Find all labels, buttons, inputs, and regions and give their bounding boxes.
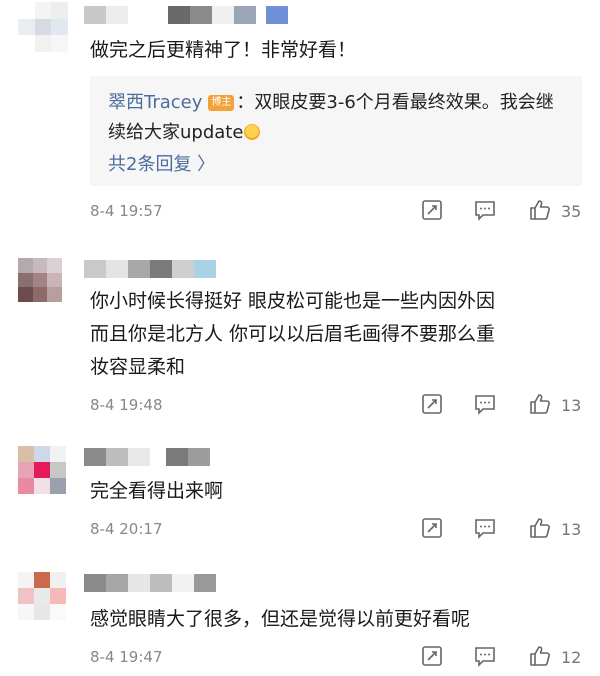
reply-username[interactable]: 翠西Tracey (108, 92, 202, 113)
comment-item: 感觉眼睛大了很多，但还是觉得以前更好看呢 8-4 19:47 12 (0, 566, 600, 676)
repost-icon[interactable] (420, 392, 446, 418)
author-badge: 博主 (208, 95, 235, 111)
comment-item: 完全看得出来啊 8-4 20:17 13 (0, 440, 600, 550)
emoji-icon (244, 124, 261, 140)
view-replies-link[interactable]: 共2条回复 〉 (108, 148, 564, 181)
comment-text: 感觉眼睛大了很多，但还是觉得以前更好看呢 (90, 608, 471, 630)
thumbs-up-icon[interactable] (528, 516, 554, 542)
reply-text-1: ：双眼皮要3-6个月看最终效果。我会继 (236, 92, 554, 113)
avatar[interactable] (18, 446, 66, 494)
comment-text-line: 而且你是北方人 你可以以后眉毛画得不要那么重 (90, 323, 496, 345)
timestamp: 8-4 20:17 (90, 520, 163, 538)
username-blurred[interactable] (84, 260, 216, 278)
comment-icon[interactable] (473, 516, 499, 542)
thumbs-up-icon[interactable] (528, 198, 554, 224)
comment-text-line: 妆容显柔和 (90, 356, 186, 378)
comment-icon[interactable] (473, 198, 499, 224)
username-blurred[interactable] (84, 448, 210, 466)
username-blurred[interactable] (84, 6, 288, 24)
comment-text: 你小时候长得挺好 眼皮松可能也是一些内因外因 而且你是北方人 你可以以后眉毛画得… (90, 285, 560, 384)
timestamp: 8-4 19:48 (90, 396, 163, 414)
comment-meta: 8-4 19:57 35 (90, 198, 600, 228)
comment-item: 做完之后更精神了！非常好看！ 翠西Tracey 博主 ：双眼皮要3-6个月看最终效果… (0, 0, 600, 238)
username-blurred[interactable] (84, 574, 216, 592)
thumbs-up-icon[interactable] (528, 392, 554, 418)
avatar[interactable] (18, 572, 66, 620)
like-count: 35 (561, 202, 582, 221)
comment-meta: 8-4 19:47 12 (90, 644, 600, 674)
avatar[interactable] (18, 258, 62, 302)
repost-icon[interactable] (420, 198, 446, 224)
reply-text-2: 续给大家update (108, 122, 244, 143)
timestamp: 8-4 19:47 (90, 648, 163, 666)
repost-icon[interactable] (420, 644, 446, 670)
like-count: 12 (561, 648, 582, 667)
comment-text: 做完之后更精神了！非常好看！ (90, 39, 357, 61)
comment-text: 完全看得出来啊 (90, 480, 224, 502)
comment-item: 你小时候长得挺好 眼皮松可能也是一些内因外因 而且你是北方人 你可以以后眉毛画得… (0, 252, 600, 430)
avatar[interactable] (18, 2, 68, 52)
thumbs-up-icon[interactable] (528, 644, 554, 670)
comment-meta: 8-4 20:17 13 (90, 516, 600, 546)
comment-icon[interactable] (473, 644, 499, 670)
like-count: 13 (561, 396, 582, 415)
timestamp: 8-4 19:57 (90, 202, 163, 220)
repost-icon[interactable] (420, 516, 446, 542)
reply-preview[interactable]: 翠西Tracey 博主 ：双眼皮要3-6个月看最终效果。我会继 续给大家update… (90, 76, 582, 186)
comment-icon[interactable] (473, 392, 499, 418)
like-count: 13 (561, 520, 582, 539)
comment-meta: 8-4 19:48 13 (90, 392, 600, 422)
comment-text-line: 你小时候长得挺好 眼皮松可能也是一些内因外因 (90, 290, 496, 312)
